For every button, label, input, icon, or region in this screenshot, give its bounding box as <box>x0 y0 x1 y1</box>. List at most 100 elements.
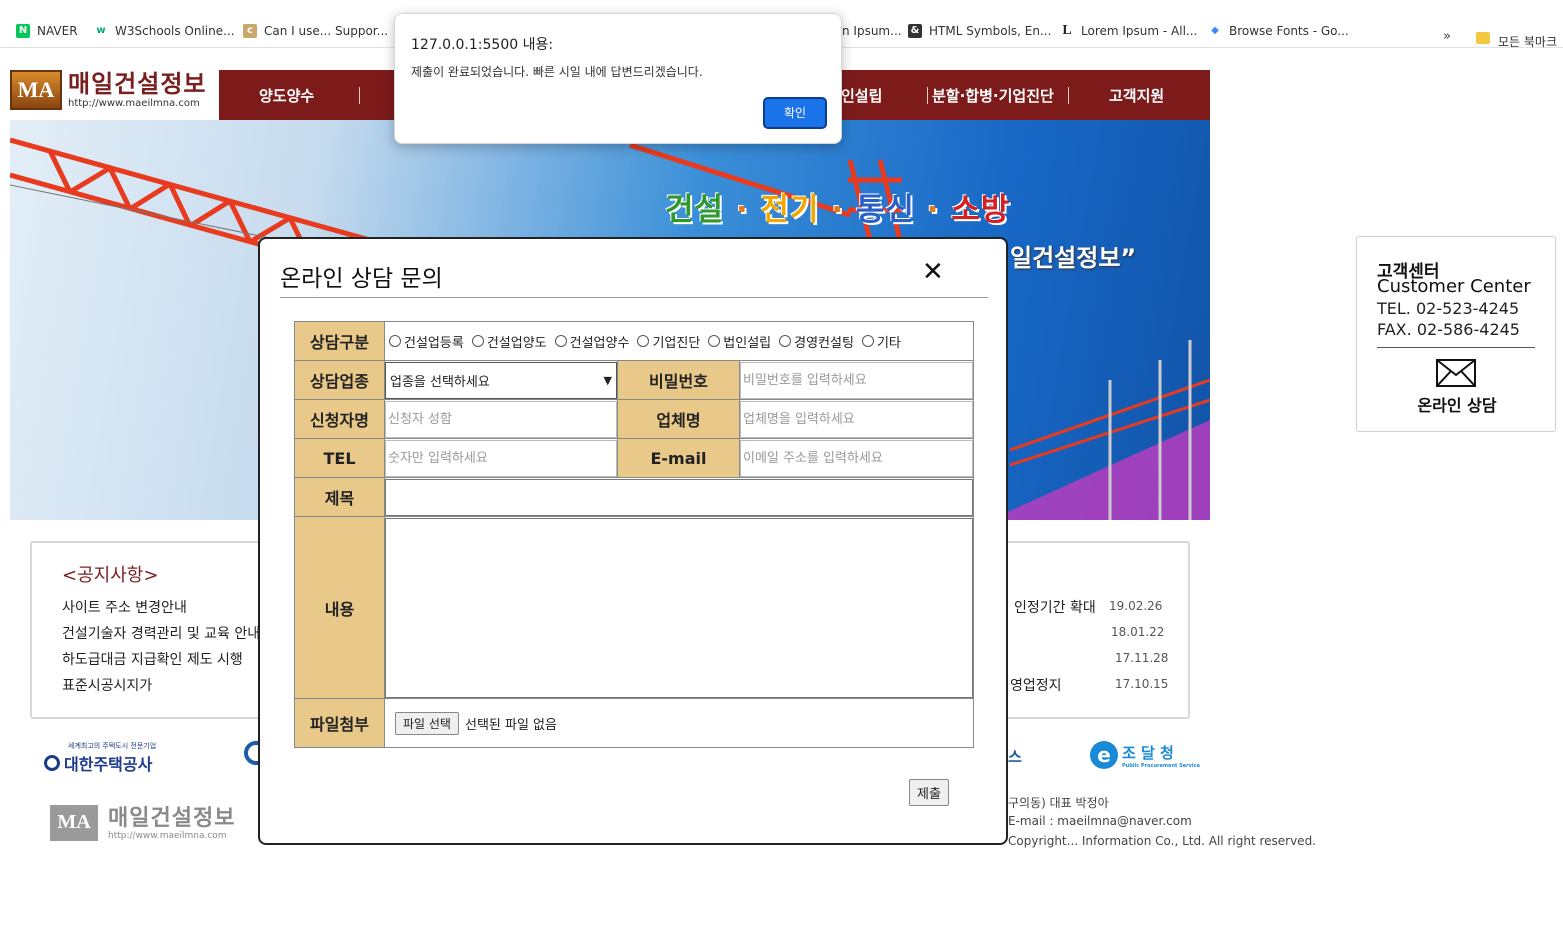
all-bookmarks-folder[interactable]: 모든 북마크 <box>1498 33 1557 50</box>
radio-other[interactable]: 기타 <box>861 332 901 351</box>
attachment-label: 파일첨부 <box>294 698 385 748</box>
email-input[interactable]: 이메일 주소를 입력하세요 <box>740 439 973 477</box>
bookmark-w3schools[interactable]: w W3Schools Online... <box>94 21 235 41</box>
notice-item[interactable]: 인정기간 확대 <box>1014 597 1096 617</box>
notice-item[interactable]: 영업정지 <box>1010 675 1062 695</box>
bookmark-label: Lorem Ipsum - All... <box>1081 24 1198 38</box>
modal-title: 온라인 상담 문의 <box>280 266 443 292</box>
notice-item[interactable]: 하도급대금 지급확인 제도 시행 <box>62 649 243 669</box>
logo-title: 매일건설정보 <box>68 69 207 98</box>
lh-emblem-icon <box>44 755 60 771</box>
radio-label: 건설업양수 <box>569 335 630 351</box>
nav-incorporation[interactable]: 인설립 <box>841 85 882 106</box>
content-textarea[interactable] <box>385 517 973 698</box>
subject-input[interactable] <box>385 478 973 516</box>
nav-divider <box>1068 87 1069 104</box>
radio-circle-icon <box>389 335 401 347</box>
radio-incorporation[interactable]: 법인설립 <box>708 332 771 351</box>
bookmark-label: HTML Symbols, En... <box>929 24 1052 38</box>
email-label: E-mail <box>617 438 740 478</box>
footer-logo-mark-icon: MA <box>50 805 98 841</box>
bookmark-label: W3Schools Online... <box>115 24 235 38</box>
radio-consulting[interactable]: 경영컨설팅 <box>779 332 854 351</box>
notice-item[interactable]: 사이트 주소 변경안내 <box>62 597 187 617</box>
bookmark-lorem-ipsum[interactable]: L Lorem Ipsum - All... <box>1060 21 1197 41</box>
industry-label: 상담업종 <box>294 360 385 400</box>
footer-email: E-mail : maeilmna@naver.com <box>1008 814 1192 828</box>
partner-lh[interactable]: 세계최고의 주택도시 전문기업 대한주택공사 <box>44 741 156 775</box>
hero-slogan: 건설 · 전기 · 통신 · 소방 <box>665 184 1010 229</box>
footer-title: 매일건설정보 <box>108 805 236 831</box>
notice-date: 17.10.15 <box>1115 677 1169 691</box>
notice-title: <공지사항> <box>62 565 159 586</box>
bookmark-google-fonts[interactable]: ◆ Browse Fonts - Go... <box>1208 21 1349 41</box>
file-select-button[interactable]: 파일 선택 <box>395 711 459 735</box>
bookmark-caniuse[interactable]: c Can I use... Suppor... <box>243 21 388 41</box>
applicant-label: 신청자명 <box>294 399 385 439</box>
password-cell: 비밀번호를 입력하세요 <box>739 360 974 400</box>
partner-lh-tagline: 세계최고의 주택도시 전문기업 <box>68 742 157 750</box>
footer-url: http://www.maeilmna.com <box>108 831 227 841</box>
bookmark-naver[interactable]: N NAVER <box>16 21 78 41</box>
notice-item[interactable]: 건설기술자 경력관리 및 교육 안내 <box>62 623 260 643</box>
bookmark-html-symbols[interactable]: & HTML Symbols, En... <box>908 21 1051 41</box>
radio-construction-registration[interactable]: 건설업등록 <box>389 332 464 351</box>
alert-origin: 127.0.0.1:5500 내용: <box>411 37 554 53</box>
company-input[interactable]: 업체명을 입력하세요 <box>740 400 973 438</box>
tel-input[interactable]: 숫자만 입력하세요 <box>385 439 617 477</box>
nav-split-merge[interactable]: 분할·합병·기업진단 <box>932 85 1054 106</box>
radio-circle-icon <box>554 335 567 347</box>
radio-label: 건설업등록 <box>404 335 464 351</box>
footer-address: 구의동) 대표 박정아 <box>1008 796 1109 810</box>
nav-divider <box>359 87 360 104</box>
content-label: 내용 <box>294 516 385 699</box>
submit-button[interactable]: 제출 <box>909 779 949 806</box>
slogan-part: 통신 <box>855 192 915 228</box>
logo-url: http://www.maeilmna.com <box>68 98 200 109</box>
slogan-part: · <box>724 192 761 228</box>
industry-select[interactable]: 업종을 선택하세요 ▼ <box>385 361 617 399</box>
radio-label: 기업진단 <box>652 335 701 351</box>
file-status: 선택된 파일 없음 <box>464 717 557 733</box>
alert-message: 제출이 완료되었습니다. 빠른 시일 내에 답변드리겠습니다. <box>411 65 703 79</box>
nav-support[interactable]: 고객지원 <box>1109 85 1164 106</box>
alert-dialog: 127.0.0.1:5500 내용: 제출이 완료되었습니다. 빠른 시일 내에… <box>394 13 842 144</box>
radio-label: 건설업양도 <box>486 335 547 351</box>
radio-circle-icon <box>708 335 721 347</box>
radio-circle-icon <box>637 335 650 347</box>
tab-strip-edge <box>0 0 1563 12</box>
bookmark-lorem-partial[interactable]: n Ipsum... <box>842 21 902 41</box>
tel-label: TEL <box>294 438 385 478</box>
site-logo[interactable]: MA 매일건설정보 http://www.maeilmna.com <box>10 70 206 110</box>
bookmark-label: Browse Fonts - Go... <box>1229 24 1349 38</box>
slogan-part: · <box>914 192 952 228</box>
industry-cell: 업종을 선택하세요 ▼ <box>384 360 618 400</box>
radio-construction-acquisition[interactable]: 건설업양수 <box>554 332 630 351</box>
nav-transfer[interactable]: 양도양수 <box>259 85 314 106</box>
footer-copyright: Copyright... Information Co., Ltd. All r… <box>1008 834 1316 848</box>
slogan-part: 전기 <box>760 192 820 228</box>
radio-circle-icon <box>861 335 874 347</box>
partner-pps-name: 조 달 청 <box>1122 743 1174 762</box>
notice-item[interactable]: 표준시공시지가 <box>62 675 152 695</box>
password-input[interactable]: 비밀번호를 입력하세요 <box>740 361 973 399</box>
industry-select-value: 업종을 선택하세요 <box>390 374 490 390</box>
company-cell: 업체명을 입력하세요 <box>739 399 974 439</box>
caniuse-icon: c <box>243 24 257 38</box>
online-consult-link[interactable]: 온라인 상담 <box>1357 392 1557 416</box>
category-label: 상담구분 <box>294 321 385 361</box>
close-icon[interactable]: ✕ <box>922 257 944 287</box>
radio-business-diagnosis[interactable]: 기업진단 <box>637 332 700 351</box>
alert-ok-button[interactable]: 확인 <box>763 97 827 129</box>
mail-icon[interactable] <box>1436 359 1476 387</box>
consult-form: 상담구분 건설업등록 건설업양도 건설업양수 기업진단 법인설립 경영컨설팅 기… <box>294 321 974 748</box>
partner-pps[interactable]: e 조 달 청 Public Procurement Service <box>1090 741 1200 769</box>
footer-logo: MA 매일건설정보 http://www.maeilmna.com <box>50 805 235 841</box>
consult-modal: 온라인 상담 문의 ✕ 상담구분 건설업등록 건설업양도 건설업양수 기업진단 … <box>258 237 1008 845</box>
bookmarks-overflow-button[interactable]: » <box>1443 29 1451 44</box>
applicant-input[interactable]: 신청자 성함 <box>385 400 617 438</box>
modal-divider <box>280 297 988 298</box>
attachment-cell: 파일 선택 선택된 파일 없음 <box>384 698 974 748</box>
radio-construction-transfer[interactable]: 건설업양도 <box>471 332 547 351</box>
customer-center-widget: 고객센터 Customer Center TEL. 02-523-4245 FA… <box>1356 236 1556 432</box>
